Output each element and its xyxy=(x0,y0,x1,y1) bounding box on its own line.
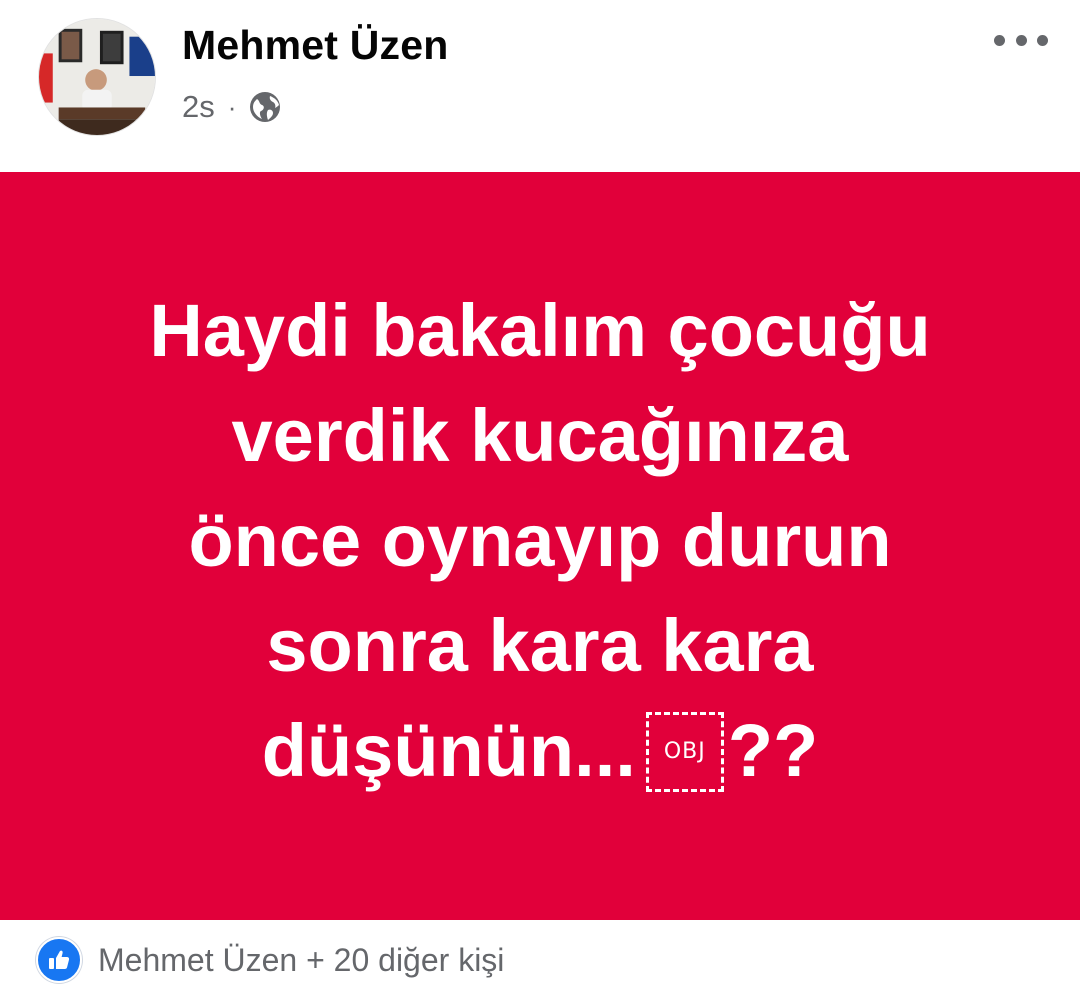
dot xyxy=(994,34,1005,46)
dot xyxy=(1015,34,1027,46)
reactions-summary[interactable]: Mehmet Üzen + 20 diğer kişi xyxy=(98,942,504,979)
post-meta: 2s · xyxy=(182,86,282,128)
dot xyxy=(1037,34,1048,46)
message-line: verdik kucağınıza xyxy=(231,393,849,477)
post-timestamp[interactable]: 2s xyxy=(182,89,215,125)
trailing-marks: ?? xyxy=(727,708,819,792)
message-line: düşünün... xyxy=(261,708,636,792)
message-line: Haydi bakalım çocuğu xyxy=(149,288,931,372)
message-line: sonra kara kara xyxy=(266,603,814,687)
avatar-photo xyxy=(39,19,155,135)
author-avatar[interactable] xyxy=(38,18,156,136)
author-name[interactable]: Mehmet Üzen xyxy=(182,22,448,69)
globe-icon[interactable] xyxy=(248,90,282,124)
facebook-post: Mehmet Üzen 2s · Haydi bakalım çocuğu ve… xyxy=(0,0,1080,1000)
post-header: Mehmet Üzen 2s · xyxy=(0,0,1080,172)
more-options-icon[interactable] xyxy=(986,22,1056,58)
post-message: Haydi bakalım çocuğu verdik kucağınıza ö… xyxy=(40,278,1040,803)
message-line-last: düşünün... OBJ?? xyxy=(40,698,1040,803)
like-icon[interactable] xyxy=(36,937,82,983)
meta-separator: · xyxy=(227,91,237,122)
reactions-bar[interactable]: Mehmet Üzen + 20 diğer kişi xyxy=(0,920,1080,1000)
post-text-card[interactable]: Haydi bakalım çocuğu verdik kucağınıza ö… xyxy=(0,172,1080,920)
message-line: önce oynayıp durun xyxy=(188,498,892,582)
object-placeholder-glyph: OBJ xyxy=(645,711,724,792)
